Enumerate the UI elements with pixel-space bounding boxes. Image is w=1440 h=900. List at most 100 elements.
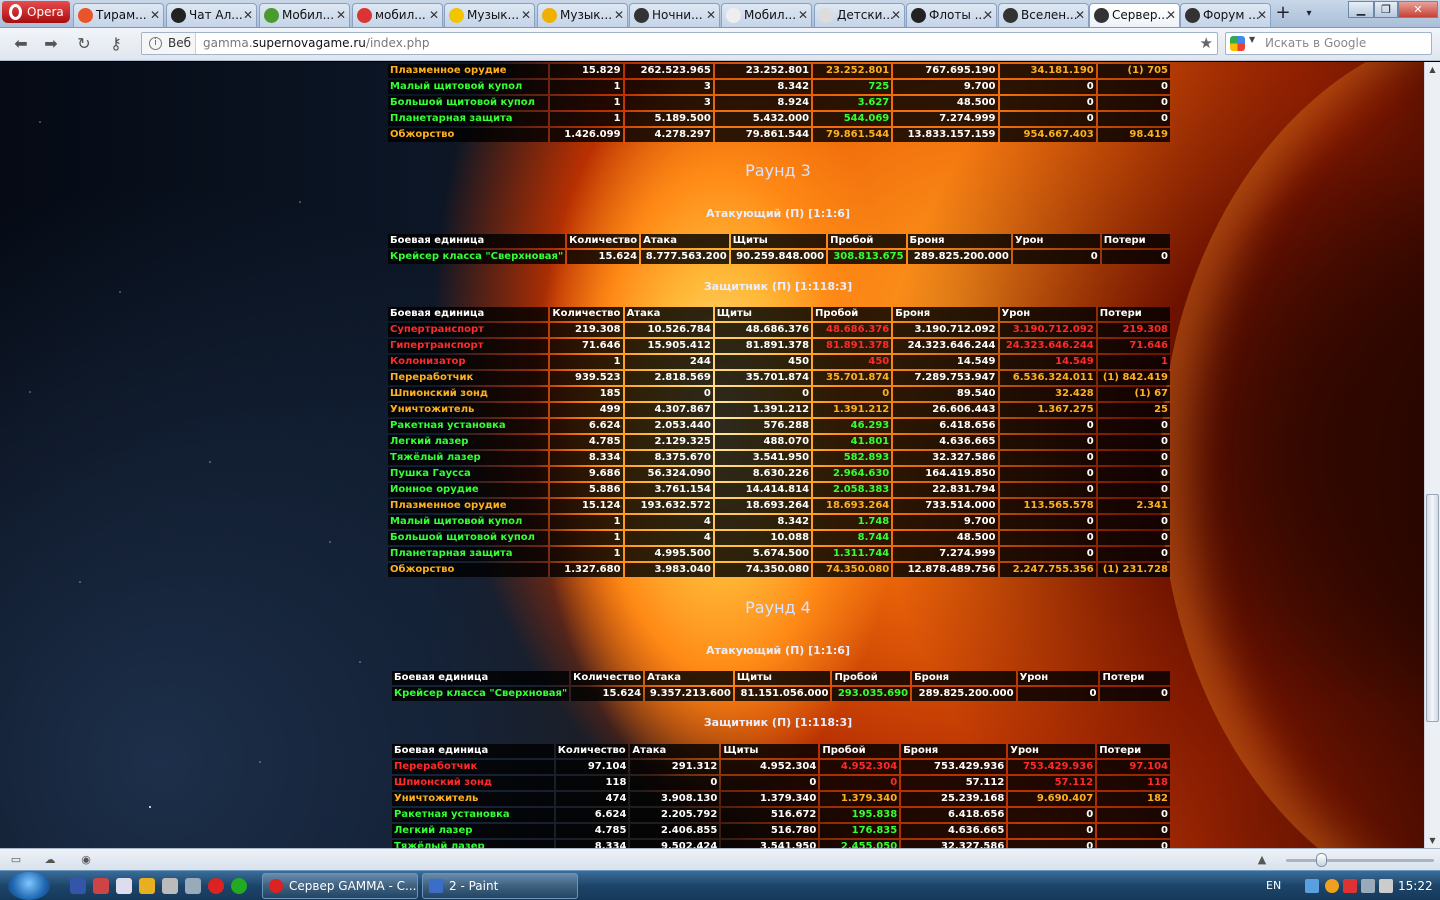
panel-toggle-icon[interactable]: ▭ [8,853,24,866]
address-field[interactable]: i Веб gamma.supernovagame.ru/index.php ★ [141,32,1218,55]
task-paint-window[interactable]: 2 - Paint [422,873,578,899]
table-cell: 15.905.412 [624,339,713,353]
scroll-up-arrow-icon[interactable]: ▲ [1425,62,1440,77]
tray-icon-3[interactable] [1343,879,1357,893]
zoom-menu-icon[interactable]: ▲ [1254,853,1270,866]
tab-3[interactable]: Мобил... ✕ [259,3,350,27]
tab-close-icon[interactable]: ✕ [336,4,346,26]
tab-1[interactable]: Тирам... ✕ [73,3,164,27]
table-cell: 488.070 [714,435,812,449]
table-cell: 4.785 [550,435,623,449]
tab-close-icon[interactable]: ✕ [150,4,160,26]
tab-title: Сервер... [1112,8,1169,22]
taskbar-clock[interactable]: 15:22 [1398,879,1433,893]
tab-2[interactable]: Чат Ал... ✕ [166,3,257,27]
tab-8[interactable]: Мобил... ✕ [721,3,812,27]
quicklaunch-icon-3[interactable] [116,878,132,894]
table-cell: 9.700 [893,80,998,94]
back-button[interactable]: ⬅ [10,34,32,54]
table-header-row: Боевая единица Количество Атака Щиты Пробой Б… [392,744,1170,758]
tray-icon-4[interactable] [1361,879,1375,893]
bookmark-star-icon[interactable]: ★ [1200,34,1213,52]
tab-13[interactable]: Форум ... ✕ [1180,3,1271,27]
table-cell: 23.252.801 [813,64,892,78]
table-cell: 15.829 [550,64,623,78]
zoom-slider[interactable] [1286,859,1434,862]
tab-close-icon[interactable]: ✕ [891,4,901,26]
task-opera-window[interactable]: Сервер GAMMA - С... [262,873,418,899]
quicklaunch-icon-6[interactable] [185,878,201,894]
table-cell: 18.693.264 [813,499,892,513]
quicklaunch-icon-2[interactable] [93,878,109,894]
tab-close-icon[interactable]: ✕ [521,4,531,26]
quicklaunch-icon-1[interactable] [70,878,86,894]
column-header: Урон [1017,671,1099,685]
search-engine-dropdown-icon[interactable]: ▼ [1249,35,1255,44]
tray-icon-volume[interactable] [1379,879,1393,893]
window-close-button[interactable]: ✕ [1398,1,1438,18]
scroll-down-arrow-icon[interactable]: ▼ [1425,833,1440,848]
tab-7[interactable]: Ночни... ✕ [629,3,720,27]
tab-5[interactable]: Музык... ✕ [444,3,535,27]
tab-menu-button[interactable]: ▾ [1300,3,1318,25]
quicklaunch-utorrent-icon[interactable] [231,878,247,894]
tab-close-icon[interactable]: ✕ [1075,4,1085,26]
minimize-button[interactable]: ▁ [1348,1,1374,18]
language-indicator[interactable]: EN [1266,879,1281,892]
unit-name-cell: Уничтожитель [392,792,554,806]
table-cell: 7.289.753.947 [893,371,998,385]
zoom-slider-handle[interactable] [1316,853,1327,867]
google-icon[interactable] [1230,36,1245,51]
table-row: Шпионский зонд 185 0 0 0 89.540 32.428 (1) 67 [388,387,1170,401]
new-tab-button[interactable]: + [1272,3,1294,25]
table-cell: 291.312 [630,760,720,774]
table-cell: 4.952.304 [721,760,819,774]
tab-4[interactable]: мобил... ✕ [352,3,443,27]
tab-6[interactable]: Музык... ✕ [537,3,628,27]
tab-9[interactable]: Детски... ✕ [814,3,905,27]
tab-title: Чат Ал... [189,8,243,22]
search-field[interactable]: ▼ Искать в Google [1225,32,1432,55]
table-cell: 7.274.999 [893,112,998,126]
table-cell: 0 [999,483,1096,497]
opera-unite-icon[interactable]: ☁ [42,853,58,866]
tab-11[interactable]: Вселен... ✕ [998,3,1089,27]
scrollbar-thumb[interactable] [1426,494,1439,722]
start-button[interactable] [8,872,50,900]
quicklaunch-icon-5[interactable] [162,878,178,894]
tab-close-icon[interactable]: ✕ [1257,4,1267,26]
tab-close-icon[interactable]: ✕ [429,4,439,26]
table-cell: 3.761.154 [624,483,713,497]
opera-menu-button[interactable]: Opera [2,1,70,23]
quicklaunch-icon-4[interactable] [139,878,155,894]
wand-key-icon[interactable]: ⚷ [105,34,127,54]
vertical-scrollbar[interactable]: ▲ ▼ [1424,62,1440,848]
tab-close-icon[interactable]: ✕ [614,4,624,26]
tab-close-icon[interactable]: ✕ [243,4,253,26]
table-cell: 1 [550,515,623,529]
maximize-button[interactable]: ❐ [1374,1,1398,18]
unit-name-cell: Обжорство [388,128,549,142]
tab-close-icon[interactable]: ✕ [1166,4,1176,26]
tray-icon-2[interactable] [1325,879,1339,893]
battle-table-round2-defender: Боевая единицаКоличествоАтакаЩитыПробойБ… [386,62,1172,144]
reload-button[interactable]: ↻ [73,34,95,54]
tab-close-icon[interactable]: ✕ [983,4,993,26]
site-info-badge[interactable]: i Веб [142,33,196,54]
table-cell: 4.636.665 [893,435,998,449]
table-cell: 0 [1097,96,1170,110]
table-cell: 0 [820,776,900,790]
table-cell: 733.514.000 [893,499,998,513]
forward-button[interactable]: ➡ [40,34,62,54]
tab-10[interactable]: Флоты ... ✕ [906,3,997,27]
table-cell: 6.624 [555,808,629,822]
tab-close-icon[interactable]: ✕ [706,4,716,26]
round-4-attacker-label: Атакующий (П) [1:1:6] [706,644,850,657]
quicklaunch-opera-icon[interactable] [208,878,224,894]
opera-turbo-icon[interactable]: ◉ [78,853,94,866]
tab-close-icon[interactable]: ✕ [798,4,808,26]
unit-name-cell: Переработчик [392,760,554,774]
tray-icon-network[interactable] [1305,879,1319,893]
tab-12[interactable]: Сервер... ✕ [1089,3,1180,27]
table-cell: 57.112 [901,776,1007,790]
